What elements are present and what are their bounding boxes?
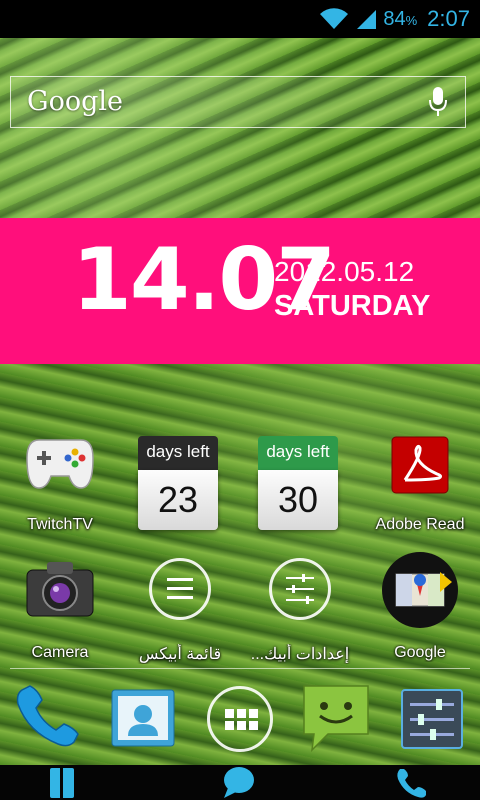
- clock-day: SATURDAY: [274, 290, 431, 322]
- camera-icon: [26, 562, 94, 617]
- app-label: Camera: [31, 644, 89, 661]
- messaging-icon[interactable]: [302, 684, 370, 752]
- app-adobe-reader[interactable]: Adobe Read: [360, 430, 480, 540]
- dock-divider: [10, 668, 470, 669]
- clock-widget[interactable]: 14.07 2012.05.12 SATURDAY: [0, 218, 480, 364]
- countdown-widget-2[interactable]: days left 30: [258, 436, 338, 530]
- app-label: Google: [394, 644, 446, 661]
- countdown-number: 23: [138, 470, 218, 530]
- apex-settings-icon: [269, 558, 331, 620]
- clock-date: 2012.05.12: [274, 256, 415, 287]
- phone-icon[interactable]: [14, 684, 82, 750]
- status-time: 2:07: [427, 6, 470, 31]
- app-apex-menu[interactable]: قائمة أبيكس: [120, 556, 240, 666]
- app-label: إعدادات أبيك...: [250, 646, 350, 663]
- adobe-reader-icon: [391, 436, 449, 494]
- bottom-bar: [0, 765, 480, 800]
- wifi-icon: [320, 8, 349, 29]
- countdown-header: days left: [258, 436, 338, 470]
- chat-bubble-icon[interactable]: [222, 766, 256, 798]
- status-bar: 84% 2:07: [0, 0, 480, 38]
- app-camera[interactable]: Camera: [0, 556, 120, 666]
- contacts-icon[interactable]: [110, 688, 176, 748]
- contacts-book-icon[interactable]: [48, 768, 76, 798]
- app-google-maps[interactable]: Google: [360, 552, 480, 666]
- apex-menu-icon: [149, 558, 211, 620]
- app-drawer-icon[interactable]: [207, 686, 273, 752]
- countdown-widget-1[interactable]: days left 23: [138, 436, 218, 530]
- microphone-icon[interactable]: [429, 87, 447, 117]
- app-apex-settings[interactable]: إعدادات أبيك...: [240, 556, 360, 666]
- settings-icon[interactable]: [400, 688, 464, 750]
- google-maps-icon: [382, 552, 458, 628]
- app-label: قائمة أبيكس: [138, 646, 222, 663]
- app-twitchtv[interactable]: TwitchTV: [0, 430, 120, 540]
- google-search-bar[interactable]: Google: [10, 76, 466, 128]
- battery-level: 84%: [383, 7, 418, 30]
- signal-icon: [357, 10, 377, 29]
- countdown-number: 30: [258, 470, 338, 530]
- phone-call-icon[interactable]: [396, 767, 428, 799]
- google-logo: Google: [27, 86, 123, 117]
- gamepad-icon: [26, 439, 94, 489]
- app-label: Adobe Read: [375, 516, 465, 533]
- app-label: TwitchTV: [27, 516, 93, 533]
- countdown-header: days left: [138, 436, 218, 470]
